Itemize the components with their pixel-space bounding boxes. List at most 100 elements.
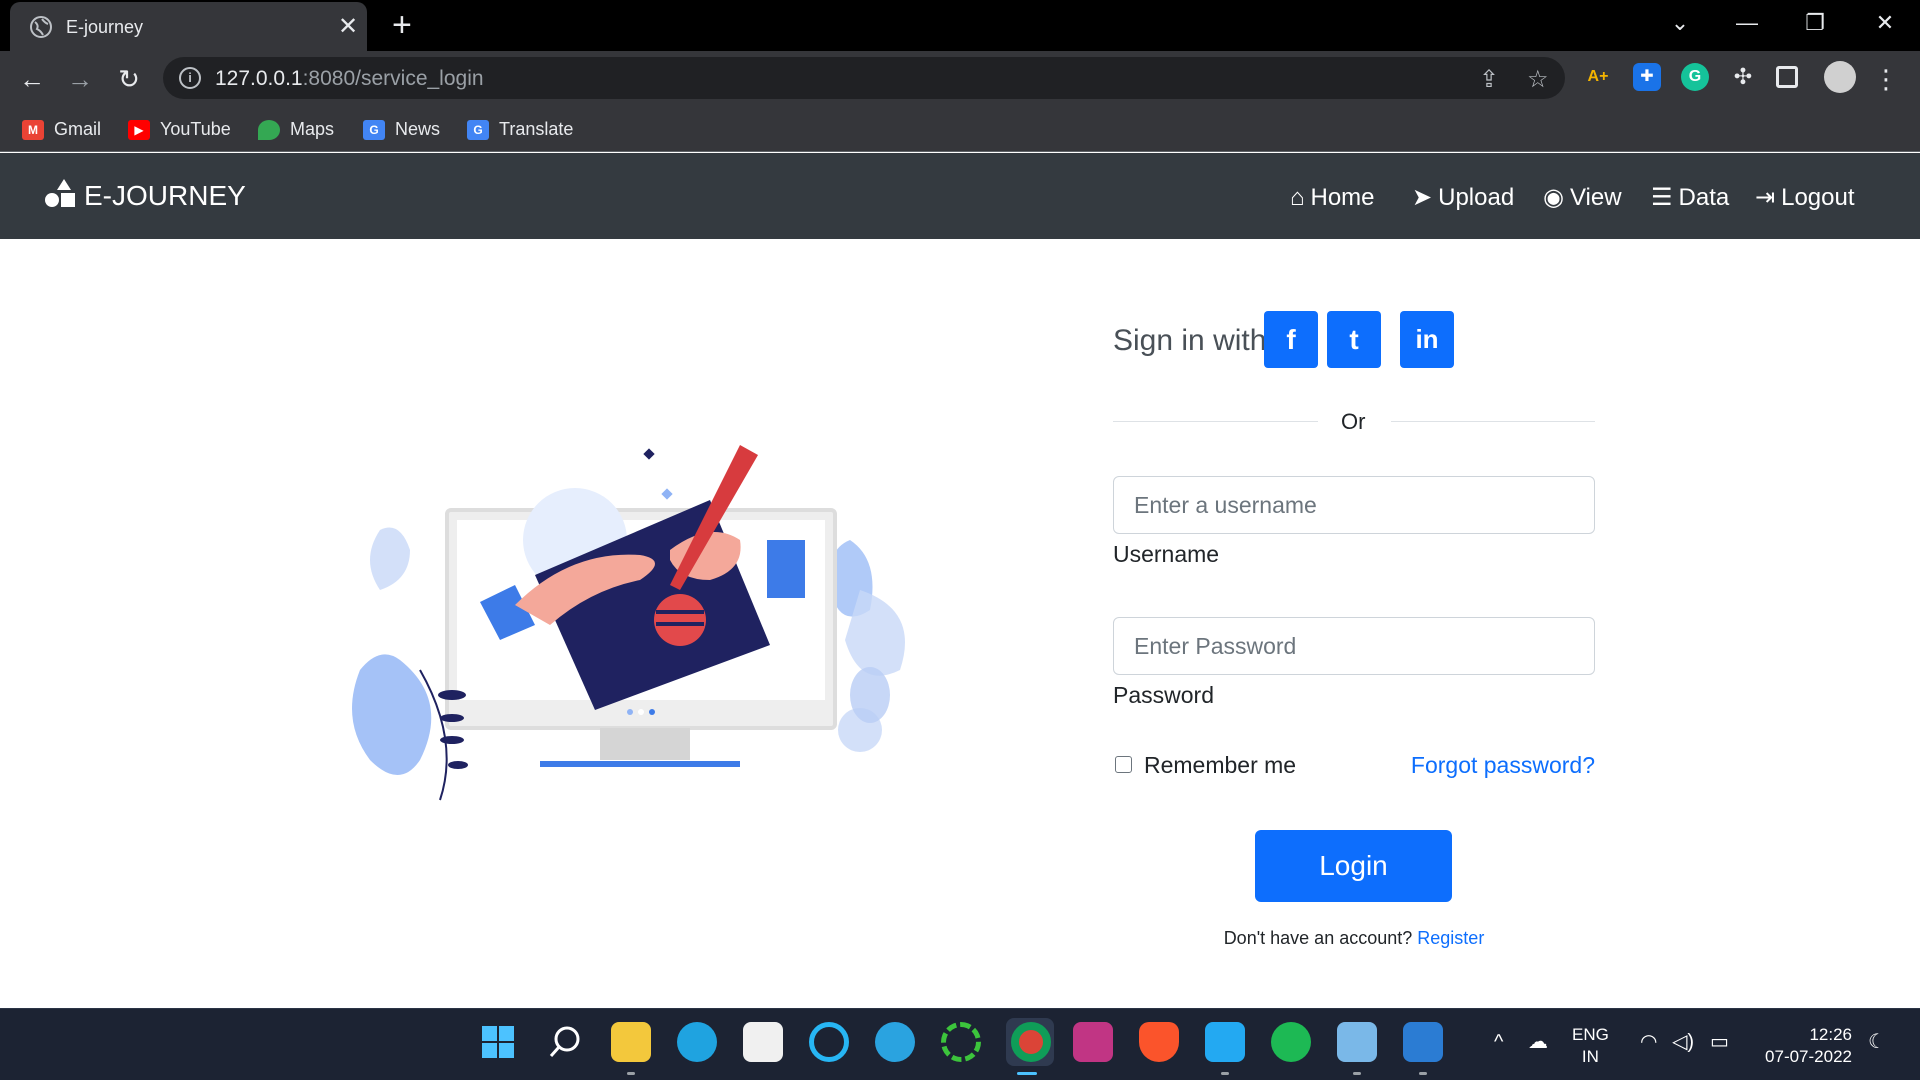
telegram-icon[interactable] bbox=[875, 1022, 915, 1062]
browser-toolbar: ← → ↻ i 127.0.0.1:8080/service_login ⇪ ☆… bbox=[0, 51, 1920, 106]
login-button[interactable]: Login bbox=[1255, 830, 1452, 902]
username-input[interactable] bbox=[1113, 476, 1595, 534]
extensions-puzzle-icon[interactable]: ✣ bbox=[1729, 63, 1757, 91]
search-icon[interactable] bbox=[545, 1022, 585, 1062]
focus-moon-icon[interactable]: ☾ bbox=[1868, 1031, 1886, 1053]
chevron-up-icon[interactable]: ^ bbox=[1494, 1031, 1503, 1053]
windows-start-icon[interactable] bbox=[478, 1022, 518, 1062]
brand-logo[interactable]: E-JOURNEY bbox=[44, 179, 246, 213]
running-indicator bbox=[1419, 1072, 1427, 1075]
register-prompt: Don't have an account? Register bbox=[1113, 928, 1595, 949]
menu-kebab-icon[interactable]: ⋮ bbox=[1870, 63, 1902, 95]
bookmark-translate[interactable]: G Translate bbox=[467, 117, 573, 141]
brand-text: E-JOURNEY bbox=[84, 180, 246, 211]
close-tab-icon[interactable]: ✕ bbox=[338, 12, 358, 42]
lang-line2: IN bbox=[1581, 1047, 1599, 1066]
clock[interactable]: 12:26 07-07-2022 bbox=[1752, 1024, 1852, 1068]
restore-icon[interactable]: ❐ bbox=[1795, 8, 1835, 38]
password-label: Password bbox=[1113, 682, 1214, 708]
plus-extension-icon[interactable]: ✚ bbox=[1633, 63, 1661, 91]
nav-upload[interactable]: ➤ Upload bbox=[1412, 183, 1514, 213]
notepad-icon[interactable] bbox=[1337, 1022, 1377, 1062]
news-icon: G bbox=[363, 120, 385, 141]
clock-time: 12:26 bbox=[1809, 1025, 1852, 1044]
reload-icon[interactable]: ↻ bbox=[113, 63, 145, 95]
running-indicator bbox=[627, 1072, 635, 1075]
share-icon[interactable]: ⇪ bbox=[1479, 65, 1499, 94]
gmail-icon: M bbox=[22, 120, 44, 141]
bookmark-gmail[interactable]: M Gmail bbox=[22, 117, 101, 141]
bookmarks-bar: M Gmail ▶ YouTube Maps G News G Translate bbox=[0, 106, 1920, 152]
green-ring-app-icon[interactable] bbox=[941, 1022, 981, 1062]
file-explorer-icon[interactable] bbox=[611, 1022, 651, 1062]
edge-icon[interactable] bbox=[677, 1022, 717, 1062]
nav-view[interactable]: ◉ View bbox=[1543, 183, 1622, 213]
language-indicator[interactable]: ENG IN bbox=[1572, 1024, 1609, 1068]
instagram-icon[interactable] bbox=[1073, 1022, 1113, 1062]
youtube-icon: ▶ bbox=[128, 120, 150, 141]
profile-avatar[interactable] bbox=[1824, 61, 1856, 93]
volume-icon[interactable]: ◁) bbox=[1672, 1031, 1694, 1053]
microsoft-store-icon[interactable] bbox=[743, 1022, 783, 1062]
nav-home[interactable]: ⌂ Home bbox=[1290, 183, 1375, 213]
tab-search-icon[interactable]: ⌄ bbox=[1660, 8, 1700, 38]
translate-icon: G bbox=[467, 120, 489, 141]
globe-icon bbox=[30, 16, 52, 38]
twitter-button[interactable]: t bbox=[1327, 311, 1381, 368]
back-icon[interactable]: ← bbox=[16, 63, 48, 95]
no-account-text: Don't have an account? bbox=[1223, 928, 1413, 948]
sign-in-with-label: Sign in with bbox=[1113, 324, 1267, 357]
browser-tab[interactable]: E-journey ✕ bbox=[10, 2, 367, 51]
browser-tab-strip: E-journey ✕ + ⌄ — ❐ ✕ bbox=[0, 0, 1920, 51]
active-indicator bbox=[1017, 1072, 1037, 1075]
bookmark-maps[interactable]: Maps bbox=[258, 117, 334, 141]
windows-taskbar: ^ ☁ ENG IN ◠ ◁) ▭ 12:26 07-07-2022 ☾ bbox=[0, 1008, 1920, 1080]
brave-icon[interactable] bbox=[1139, 1022, 1179, 1062]
a-plus-extension-icon[interactable]: A+ bbox=[1584, 63, 1612, 91]
home-icon: ⌂ bbox=[1290, 184, 1305, 211]
lang-line1: ENG bbox=[1572, 1025, 1609, 1044]
new-tab-icon[interactable]: + bbox=[392, 8, 412, 42]
bookmark-star-icon[interactable]: ☆ bbox=[1527, 65, 1549, 94]
bookmark-youtube[interactable]: ▶ YouTube bbox=[128, 117, 231, 141]
close-window-icon[interactable]: ✕ bbox=[1865, 8, 1905, 38]
grammarly-extension-icon[interactable]: G bbox=[1681, 63, 1709, 91]
maps-pin-icon bbox=[258, 120, 280, 141]
spotify-icon[interactable] bbox=[1271, 1022, 1311, 1062]
onedrive-cloud-icon[interactable]: ☁ bbox=[1528, 1031, 1548, 1053]
linkedin-button[interactable]: in bbox=[1400, 311, 1454, 368]
battery-icon[interactable]: ▭ bbox=[1710, 1031, 1729, 1053]
bookmark-news[interactable]: G News bbox=[363, 117, 440, 141]
or-separator: Or bbox=[1341, 409, 1366, 434]
remember-me-checkbox[interactable] bbox=[1115, 756, 1132, 773]
register-link[interactable]: Register bbox=[1417, 928, 1484, 948]
username-label: Username bbox=[1113, 541, 1220, 567]
shapes-icon bbox=[44, 179, 78, 209]
cortana-icon[interactable] bbox=[809, 1022, 849, 1062]
tab-title: E-journey bbox=[66, 17, 144, 37]
eye-icon: ◉ bbox=[1543, 184, 1564, 211]
url-text: 127.0.0.1:8080/service_login bbox=[215, 67, 484, 90]
nav-data[interactable]: ☰ Data bbox=[1651, 183, 1729, 213]
list-icon: ☰ bbox=[1651, 184, 1673, 211]
vscode-icon[interactable] bbox=[1205, 1022, 1245, 1062]
site-info-icon[interactable]: i bbox=[179, 67, 201, 89]
media-player-icon[interactable] bbox=[1403, 1022, 1443, 1062]
clock-date: 07-07-2022 bbox=[1765, 1047, 1852, 1066]
remember-me-label[interactable]: Remember me bbox=[1144, 752, 1296, 779]
facebook-button[interactable]: f bbox=[1264, 311, 1318, 368]
sign-out-icon: ⇥ bbox=[1755, 184, 1776, 211]
site-navbar: E-JOURNEY ⌂ Home ➤ Upload ◉ View ☰ Data ⇥ Log… bbox=[0, 153, 1920, 239]
password-input[interactable] bbox=[1113, 617, 1595, 675]
divider-left bbox=[1113, 421, 1318, 422]
divider-right bbox=[1391, 421, 1595, 422]
forward-icon[interactable]: → bbox=[64, 63, 96, 95]
forgot-password-link[interactable]: Forgot password? bbox=[1411, 752, 1595, 779]
address-bar[interactable]: i 127.0.0.1:8080/service_login ⇪ ☆ bbox=[163, 57, 1565, 99]
nav-logout[interactable]: ⇥ Logout bbox=[1755, 183, 1855, 213]
side-panel-icon[interactable] bbox=[1776, 66, 1798, 88]
wifi-icon[interactable]: ◠ bbox=[1640, 1031, 1657, 1053]
minimize-icon[interactable]: — bbox=[1727, 8, 1767, 38]
paper-plane-icon: ➤ bbox=[1412, 184, 1433, 211]
chrome-icon[interactable] bbox=[1011, 1022, 1051, 1062]
